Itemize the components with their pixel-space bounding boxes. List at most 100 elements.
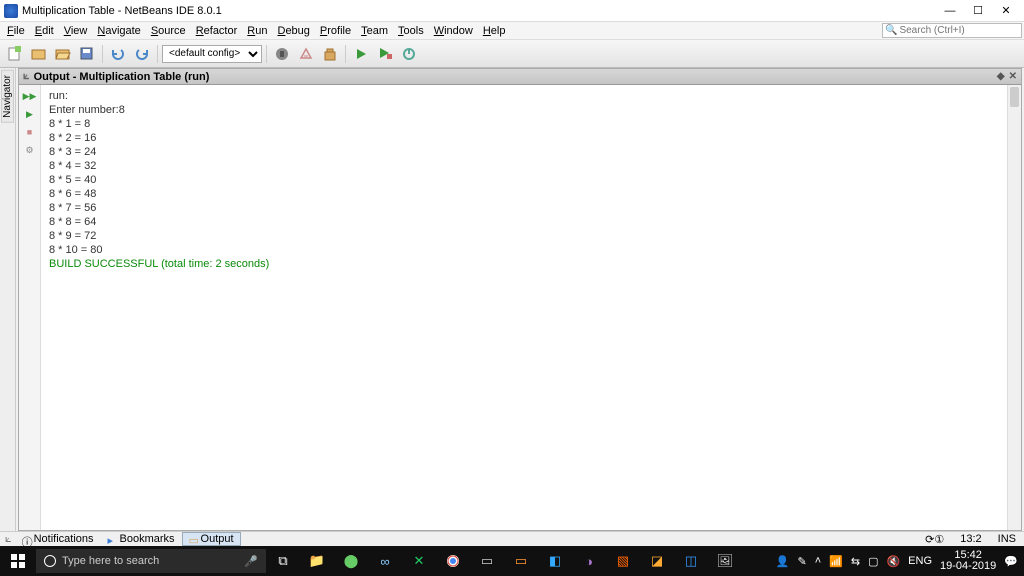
search-input[interactable]	[899, 25, 1019, 36]
taskbar-app-5[interactable]	[436, 546, 470, 576]
taskbar-app-2[interactable]: ⬤	[334, 546, 368, 576]
output-max-icon[interactable]: ◆	[997, 71, 1005, 82]
menu-team[interactable]: Team	[356, 25, 393, 37]
taskbar-app-4[interactable]: ✕	[402, 546, 436, 576]
menu-refactor[interactable]: Refactor	[191, 25, 243, 37]
output-content[interactable]: run:Enter number:88 * 1 = 88 * 2 = 168 *…	[41, 85, 1007, 530]
output-close-icon[interactable]: ✕	[1009, 71, 1017, 82]
tray-wifi-icon[interactable]: ⇆	[851, 555, 860, 568]
menu-run[interactable]: Run	[242, 25, 272, 37]
menu-help[interactable]: Help	[478, 25, 511, 37]
taskbar-app-3[interactable]: ∞	[368, 546, 402, 576]
navigator-tab[interactable]: Navigator	[1, 70, 14, 123]
tray-notifications-icon[interactable]: 💬	[1004, 555, 1018, 568]
menu-tools[interactable]: Tools	[393, 25, 429, 37]
tray-ink-icon[interactable]: ✎	[797, 555, 806, 568]
config-select[interactable]: <default config>	[162, 45, 262, 63]
restore-icon[interactable]: ⟀	[23, 70, 30, 83]
bookmark-icon: ▸	[108, 534, 118, 544]
new-file-button[interactable]	[4, 43, 26, 65]
rerun-icon[interactable]: ▶▶	[23, 89, 37, 103]
notifications-label: Notifications	[34, 533, 94, 545]
tray-clock[interactable]: 15:42 19-04-2019	[940, 550, 996, 572]
expand-icon[interactable]: ⟀	[2, 533, 15, 546]
undo-button[interactable]	[107, 43, 129, 65]
start-button[interactable]	[0, 546, 36, 576]
cortana-icon	[44, 555, 56, 567]
stop-icon[interactable]: ■	[23, 125, 37, 139]
cursor-pos: 13:2	[960, 533, 981, 545]
bookmarks-label: Bookmarks	[120, 533, 175, 545]
output-line: Enter number:8	[49, 103, 999, 117]
menu-source[interactable]: Source	[146, 25, 191, 37]
menu-edit[interactable]: Edit	[30, 25, 59, 37]
taskbar-app-11[interactable]: ◪	[640, 546, 674, 576]
workspace: Navigator ⟀ Output - Multiplication Tabl…	[0, 68, 1024, 531]
tray-volume-icon[interactable]: 🔇	[886, 555, 900, 568]
tray-date: 19-04-2019	[940, 561, 996, 572]
output-tab[interactable]: ▭ Output	[182, 532, 241, 546]
taskbar-app-6[interactable]: ▭	[470, 546, 504, 576]
toolbar: <default config>	[0, 40, 1024, 68]
menu-view[interactable]: View	[59, 25, 93, 37]
profile-button[interactable]	[398, 43, 420, 65]
clean-button[interactable]	[319, 43, 341, 65]
output-line: 8 * 3 = 24	[49, 145, 999, 159]
window-title: Multiplication Table - NetBeans IDE 8.0.…	[22, 5, 936, 17]
taskbar-app-1[interactable]: 📁	[300, 546, 334, 576]
open-button[interactable]	[52, 43, 74, 65]
insert-mode: INS	[998, 533, 1016, 545]
output-line: BUILD SUCCESSFUL (total time: 2 seconds)	[49, 257, 999, 271]
tray-network-icon[interactable]: 📶	[829, 555, 843, 568]
taskbar-search-placeholder: Type here to search	[62, 555, 159, 567]
rerun2-icon[interactable]: ▶	[23, 107, 37, 121]
taskbar-app-8[interactable]: ◧	[538, 546, 572, 576]
system-tray: 👤 ✎ ˄ 📶 ⇆ ▢ 🔇 ENG 15:42 19-04-2019 💬	[770, 550, 1024, 572]
menu-file[interactable]: File	[2, 25, 30, 37]
build-button[interactable]	[271, 43, 293, 65]
taskbar-app-12[interactable]: ◫	[674, 546, 708, 576]
minimize-button[interactable]: —	[936, 2, 964, 20]
output-scrollbar[interactable]	[1007, 85, 1021, 530]
menu-window[interactable]: Window	[429, 25, 478, 37]
taskbar-app-9[interactable]: ◑	[572, 546, 606, 576]
output-line: run:	[49, 89, 999, 103]
app-icon	[4, 4, 18, 18]
task-view-button[interactable]: ⧉	[266, 546, 300, 576]
menu-navigate[interactable]: Navigate	[92, 25, 145, 37]
taskbar-app-10[interactable]: ▧	[606, 546, 640, 576]
taskbar-app-7[interactable]: ▭	[504, 546, 538, 576]
clean-build-button[interactable]	[295, 43, 317, 65]
output-line: 8 * 5 = 40	[49, 173, 999, 187]
run-button[interactable]	[350, 43, 372, 65]
save-all-button[interactable]	[76, 43, 98, 65]
debug-button[interactable]	[374, 43, 396, 65]
output-line: 8 * 4 = 32	[49, 159, 999, 173]
bookmarks-tab[interactable]: ▸ Bookmarks	[101, 532, 182, 546]
redo-button[interactable]	[131, 43, 153, 65]
tray-lang[interactable]: ENG	[908, 555, 932, 567]
search-field-wrap[interactable]: 🔍	[882, 23, 1022, 38]
maximize-button[interactable]: ☐	[964, 2, 992, 20]
close-button[interactable]: ✕	[992, 2, 1020, 20]
new-project-button[interactable]	[28, 43, 50, 65]
wrap-icon[interactable]: ⚙	[23, 143, 37, 157]
notifications-tab[interactable]: ⓘ Notifications	[15, 532, 101, 546]
taskbar-search[interactable]: Type here to search 🎤	[36, 549, 266, 573]
tray-expand-icon[interactable]: ˄	[815, 555, 821, 567]
output-panel: ⟀ Output - Multiplication Table (run) ◆ …	[18, 68, 1022, 531]
updates-icon[interactable]: ⟳①	[925, 533, 944, 546]
taskbar-app-13[interactable]: 🖼	[708, 546, 742, 576]
output-line: 8 * 6 = 48	[49, 187, 999, 201]
menu-profile[interactable]: Profile	[315, 25, 356, 37]
status-bar: ⟀ ⓘ Notifications ▸ Bookmarks ▭ Output ⟳…	[0, 531, 1024, 546]
mic-icon[interactable]: 🎤	[244, 555, 258, 568]
output-label: Output	[201, 533, 234, 545]
tray-people-icon[interactable]: 👤	[776, 555, 790, 568]
menu-debug[interactable]: Debug	[272, 25, 314, 37]
output-line: 8 * 1 = 8	[49, 117, 999, 131]
output-icon: ▭	[189, 534, 199, 544]
tray-battery-icon[interactable]: ▢	[868, 555, 878, 568]
output-header: ⟀ Output - Multiplication Table (run) ◆ …	[19, 69, 1021, 85]
output-line: 8 * 2 = 16	[49, 131, 999, 145]
